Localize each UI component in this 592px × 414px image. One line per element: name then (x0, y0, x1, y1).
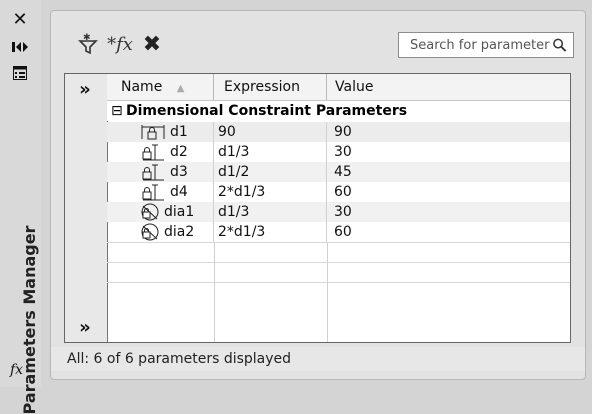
value-cell: 60 (334, 224, 352, 240)
parameter-name: d1 (170, 124, 188, 140)
search-box[interactable] (398, 32, 574, 58)
column-header-name[interactable]: Name ▲ (107, 74, 214, 100)
expand-filter-tree-bottom-button[interactable]: » (69, 314, 101, 340)
horizontal-lock-dimension-icon (141, 125, 165, 140)
fx-icon: fx (10, 362, 24, 378)
empty-row (107, 282, 570, 342)
expression-cell[interactable]: 2*d1/3 (214, 182, 327, 202)
empty-row (107, 262, 570, 283)
auto-hide-icon[interactable] (6, 34, 34, 60)
value-cell: 30 (334, 144, 352, 160)
table-row[interactable]: d4 2*d1/3 60 (107, 182, 570, 202)
name-cell[interactable]: d3 (140, 162, 214, 182)
value-cell: 90 (334, 124, 352, 140)
new-user-parameter-icon[interactable]: *fx (107, 31, 133, 57)
column-header-value-label: Value (335, 79, 374, 95)
close-icon[interactable]: ✕ (6, 6, 34, 32)
svg-text:✱: ✱ (83, 33, 91, 43)
collapse-group-icon[interactable]: ⊟ (111, 101, 123, 121)
sort-ascending-icon: ▲ (176, 83, 185, 94)
table-row[interactable]: d3 d1/2 45 (107, 162, 570, 182)
name-cell[interactable]: dia2 (140, 222, 214, 242)
parameter-name: d4 (170, 184, 188, 200)
vertical-lock-dimension-icon (142, 184, 164, 201)
parameter-name: d3 (170, 164, 188, 180)
search-icon[interactable] (552, 37, 567, 53)
diameter-lock-dimension-icon (141, 203, 159, 221)
delete-icon[interactable]: ✖ (139, 31, 165, 57)
table-row[interactable]: dia2 2*d1/3 60 (107, 222, 570, 242)
expression-cell[interactable]: 2*d1/3 (214, 222, 327, 242)
expression-cell[interactable]: d1/3 (214, 202, 327, 222)
column-header-name-label: Name (121, 79, 163, 95)
expression-cell[interactable]: d1/3 (214, 142, 327, 162)
parameters-panel: ✱ *fx ✖ » » Name ▲ Expression Value (50, 10, 586, 380)
vertical-lock-dimension-icon (142, 144, 164, 161)
status-text: All: 6 of 6 parameters displayed (67, 351, 292, 367)
search-input[interactable] (408, 36, 552, 54)
grid-header: Name ▲ Expression Value (107, 74, 570, 101)
value-cell: 30 (334, 204, 352, 220)
diameter-lock-dimension-icon (141, 223, 159, 241)
table-row[interactable]: dia1 d1/3 30 (107, 202, 570, 222)
group-row-dimensional-constraints[interactable]: ⊟ Dimensional Constraint Parameters (107, 101, 570, 121)
column-header-value[interactable]: Value (327, 74, 570, 100)
properties-menu-icon (13, 66, 27, 80)
value-cell: 60 (334, 184, 352, 200)
creates-new-parameter-group-icon[interactable]: ✱ (75, 31, 101, 57)
group-title: Dimensional Constraint Parameters (126, 103, 408, 119)
palette-title: Parameters Manager (19, 207, 39, 414)
palette-title-text: Parameters Manager (19, 225, 39, 414)
parameter-name: dia1 (164, 204, 195, 220)
name-cell[interactable]: d1 (140, 122, 214, 142)
vertical-lock-dimension-icon (142, 164, 164, 181)
table-row[interactable]: d2 d1/3 30 (107, 142, 570, 162)
table-row[interactable]: d1 90 90 (107, 122, 570, 142)
column-header-expression-label: Expression (224, 79, 300, 95)
expression-cell[interactable]: 90 (214, 122, 327, 142)
value-cell: 45 (334, 164, 352, 180)
parameters-grid: » » Name ▲ Expression Value ⊟ Dimensiona… (64, 73, 571, 343)
name-cell[interactable]: dia1 (140, 202, 214, 222)
name-cell[interactable]: d2 (140, 142, 214, 162)
parameter-name: d2 (170, 144, 188, 160)
status-bar: All: 6 of 6 parameters displayed (51, 347, 585, 371)
filter-tree-bar: » » (65, 74, 108, 342)
expression-cell[interactable]: d1/2 (214, 162, 327, 182)
filter-star-icon: ✱ (78, 33, 98, 55)
parameter-name: dia2 (164, 224, 195, 240)
name-cell[interactable]: d4 (140, 182, 214, 202)
auto-hide-arrows-icon (12, 42, 28, 52)
palette-title-bar: ✕ Parameters Manager fx (0, 0, 41, 414)
column-header-expression[interactable]: Expression (214, 74, 327, 100)
empty-row (107, 242, 570, 263)
properties-icon[interactable] (6, 60, 34, 86)
expand-filter-tree-button[interactable]: » (69, 76, 101, 102)
